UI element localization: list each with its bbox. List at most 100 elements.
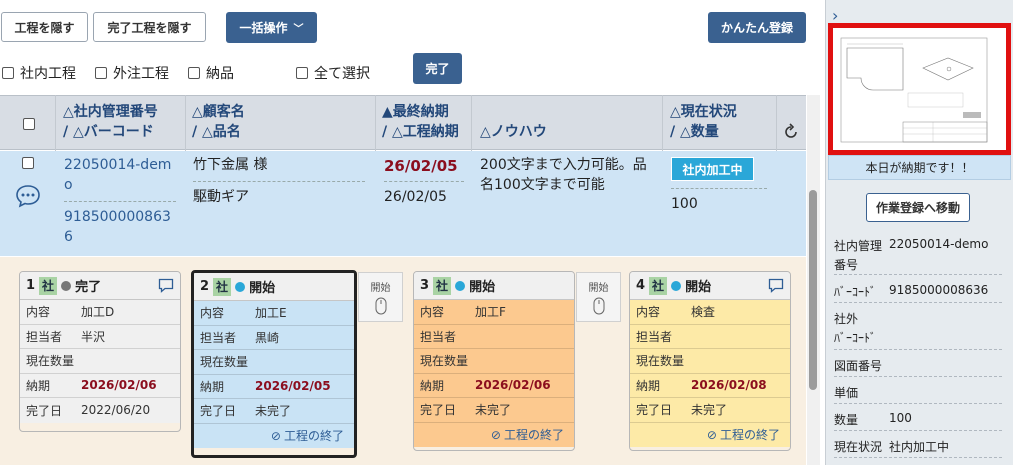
table-row[interactable]: 22050014-dem o 918500000863 6 竹下金属 様 駆動ギア … (0, 151, 806, 256)
comment-icon[interactable] (158, 278, 174, 293)
process-card-3[interactable]: 3 社 開始 内容 加工F 担当者 現在数量 納期 2026/02/06 完了日 未完… (413, 271, 575, 451)
start-process-button[interactable]: 開始 (576, 272, 621, 322)
status-label: 現在状況 (834, 440, 883, 454)
comment-icon[interactable] (15, 184, 41, 208)
header-checkbox[interactable] (23, 118, 35, 130)
sort-barcode[interactable]: / △バーコード (63, 122, 154, 142)
due-date: 2026/02/06 (81, 378, 157, 393)
hide-process-button[interactable]: 工程を隠す (1, 12, 88, 42)
field-label: 内容 (636, 305, 661, 320)
external-barcode-row: 社外 ﾊﾞｰｺｰﾄﾞ (834, 303, 1002, 350)
barcode-row: ﾊﾞｰｺｰﾄﾞ 9185000008636 (834, 275, 1002, 303)
bulk-action-label: 一括操作 (239, 21, 288, 35)
scrollbar-thumb[interactable] (809, 190, 817, 390)
sort-process-due[interactable]: / △工程納期 (382, 122, 459, 142)
drawing-thumbnail[interactable] (828, 23, 1011, 155)
card-state: 開始 (685, 280, 712, 295)
field-label: 完了日 (200, 404, 237, 419)
checkbox[interactable] (2, 67, 14, 79)
field-label: 担当者 (200, 330, 237, 345)
status-row: 現在状況 社内加工中 (834, 431, 1002, 458)
sort-customer[interactable]: △顧客名 (192, 102, 245, 122)
finish-process-label: 工程の終了 (283, 429, 344, 443)
knowhow-text: 200文字まで入力可能。品 名100文字まで可能 (480, 157, 647, 193)
card-number: 2 (200, 279, 210, 294)
field-label: 完了日 (420, 403, 457, 418)
field-label: 完了日 (636, 403, 673, 418)
refresh-icon[interactable] (782, 123, 800, 141)
sort-status[interactable]: △現在状況 (670, 102, 737, 122)
field-label: 納期 (200, 379, 225, 394)
sort-knowhow[interactable]: △ノウハウ (480, 122, 547, 142)
drawing-no-row: 図面番号 (834, 350, 1002, 377)
select-all[interactable]: 全て選択 (296, 63, 370, 83)
process-card-4[interactable]: 4 社 開始 内容 検査 担当者 現在数量 納期 2026/02/08 完了日 未完了… (629, 271, 791, 451)
field-label: 内容 (200, 306, 225, 321)
barcode-value: 9185000008636 (889, 283, 989, 297)
external-barcode-label: 社外 ﾊﾞｰｺｰﾄﾞ (834, 312, 877, 345)
start-label: 開始 (370, 283, 391, 294)
finish-process-button[interactable]: ⊘ 工程の終了 (630, 423, 790, 447)
field-label: 担当者 (26, 329, 63, 344)
due-today-notice: 本日が納期です！！ (828, 155, 1011, 180)
field-value: 2022/06/20 (81, 403, 151, 418)
finish-process-button[interactable]: ⊘ 工程の終了 (414, 423, 574, 447)
field-label: 担当者 (636, 329, 673, 344)
mgmt-no-row: 社内管理 番号 22050014-demo (834, 233, 1002, 275)
checkbox[interactable] (95, 67, 107, 79)
final-due-date: 26/02/05 (384, 157, 458, 175)
detail-panel: › 本日が納期です！！ 作業登録へ移動 社内管理 番号 22050014-demo… (825, 0, 1013, 465)
mgmt-no-label: 社内管理 番号 (834, 239, 883, 272)
status-dot-icon (235, 281, 246, 292)
process-card-2[interactable]: 2 社 開始 内容 加工E 担当者 黒崎 現在数量 納期 2026/02/05 完了日… (191, 270, 357, 458)
sort-product[interactable]: / △品名 (192, 122, 241, 142)
checkbox[interactable] (296, 67, 308, 79)
checkbox[interactable] (188, 67, 200, 79)
bulk-action-dropdown[interactable]: 一括操作 ﹀ (226, 12, 317, 43)
sort-qty[interactable]: / △数量 (670, 122, 719, 142)
table-header: △社内管理番号 / △バーコード △顧客名 / △品名 ▲最終納期 / △工程納… (0, 95, 806, 150)
field-label: 納期 (636, 378, 661, 393)
sort-final-due[interactable]: ▲最終納期 (382, 102, 449, 122)
filter-delivery[interactable]: 納品 (188, 63, 234, 83)
quick-register-button[interactable]: かんたん登録 (708, 12, 806, 43)
process-card-1[interactable]: 1 社 完了 内容 加工D 担当者 半沢 現在数量 納期 2026/02/06 完了日… (19, 271, 181, 432)
start-label: 開始 (588, 283, 609, 294)
due-date: 2026/02/08 (691, 378, 767, 393)
check-circle-icon: ⊘ (270, 428, 281, 443)
mouse-icon (375, 297, 386, 315)
status-dot-icon (671, 280, 682, 291)
internal-badge: 社 (213, 277, 232, 296)
unit-price-row: 単価 (834, 377, 1002, 404)
field-value: 加工F (475, 305, 506, 320)
quantity-row: 数量 100 (834, 404, 1002, 431)
field-label: 完了日 (26, 403, 63, 418)
comment-icon[interactable] (768, 278, 784, 293)
filter-internal[interactable]: 社内工程 (2, 63, 76, 83)
hide-completed-button[interactable]: 完了工程を隠す (93, 12, 206, 42)
sort-mgmt-no[interactable]: △社内管理番号 (63, 102, 158, 122)
field-value: 未完了 (255, 404, 292, 419)
goto-work-register-button[interactable]: 作業登録へ移動 (866, 193, 970, 222)
filter-external-label: 外注工程 (113, 66, 169, 82)
mouse-icon (593, 297, 604, 315)
card-number: 1 (26, 278, 36, 293)
barcode-link[interactable]: 918500000863 6 (64, 207, 171, 247)
filter-external[interactable]: 外注工程 (95, 63, 169, 83)
check-circle-icon: ⊘ (490, 427, 501, 442)
process-due-date: 26/02/05 (384, 189, 447, 205)
field-value: 黒崎 (255, 330, 280, 345)
mgmt-no-link[interactable]: 22050014-dem o (64, 155, 171, 195)
card-state: 完了 (75, 280, 102, 295)
field-value: 加工D (81, 305, 115, 320)
status-dot-icon (61, 280, 72, 291)
finish-process-label: 工程の終了 (503, 428, 564, 442)
card-state: 開始 (249, 281, 276, 296)
internal-badge: 社 (39, 276, 58, 295)
field-value: 検査 (691, 305, 716, 320)
complete-button[interactable]: 完了 (413, 53, 462, 84)
finish-process-button[interactable]: ⊘ 工程の終了 (194, 424, 354, 448)
field-label: 現在数量 (26, 354, 75, 369)
start-process-button[interactable]: 開始 (358, 272, 403, 322)
row-checkbox[interactable] (22, 157, 34, 169)
